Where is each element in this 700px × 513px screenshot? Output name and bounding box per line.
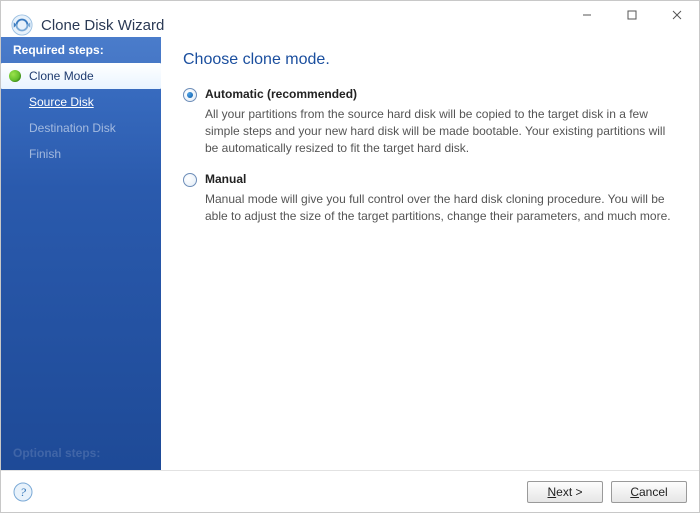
page-title: Choose clone mode. bbox=[183, 51, 677, 69]
step-clone-mode[interactable]: Clone Mode bbox=[1, 63, 161, 89]
option-manual[interactable]: Manual bbox=[183, 172, 677, 187]
radio-manual[interactable] bbox=[183, 173, 197, 187]
option-manual-label: Manual bbox=[205, 172, 246, 186]
step-label: Destination Disk bbox=[29, 121, 116, 135]
step-source-disk[interactable]: Source Disk bbox=[1, 89, 161, 115]
step-link[interactable]: Source Disk bbox=[29, 95, 94, 109]
sidebar: Required steps: Clone Mode Source Disk D… bbox=[1, 37, 161, 470]
wizard-window: Clone Disk Wizard Required steps: Clone … bbox=[0, 0, 700, 513]
sidebar-header: Required steps: bbox=[1, 37, 161, 63]
sidebar-spacer bbox=[1, 167, 161, 436]
step-finish: Finish bbox=[1, 141, 161, 167]
footer: ? Next > Cancel bbox=[1, 470, 699, 512]
main-content: Choose clone mode. Automatic (recommende… bbox=[161, 37, 699, 470]
option-automatic-label: Automatic (recommended) bbox=[205, 87, 357, 101]
sidebar-footer: Optional steps: bbox=[1, 436, 161, 470]
next-button[interactable]: Next > bbox=[527, 481, 603, 503]
body: Required steps: Clone Mode Source Disk D… bbox=[1, 37, 699, 470]
step-destination-disk: Destination Disk bbox=[1, 115, 161, 141]
window-title: Clone Disk Wizard bbox=[41, 17, 164, 34]
step-label: Clone Mode bbox=[29, 69, 94, 83]
header: Clone Disk Wizard bbox=[1, 13, 699, 37]
radio-automatic[interactable] bbox=[183, 88, 197, 102]
cancel-button[interactable]: Cancel bbox=[611, 481, 687, 503]
option-manual-description: Manual mode will give you full control o… bbox=[205, 191, 677, 225]
svg-text:?: ? bbox=[20, 485, 26, 499]
step-label: Finish bbox=[29, 147, 61, 161]
option-automatic-description: All your partitions from the source hard… bbox=[205, 106, 677, 156]
option-automatic[interactable]: Automatic (recommended) bbox=[183, 87, 677, 102]
help-icon[interactable]: ? bbox=[13, 482, 33, 502]
wizard-icon bbox=[11, 14, 33, 36]
next-button-rest: ext > bbox=[556, 485, 582, 499]
cancel-button-rest: ancel bbox=[639, 485, 668, 499]
